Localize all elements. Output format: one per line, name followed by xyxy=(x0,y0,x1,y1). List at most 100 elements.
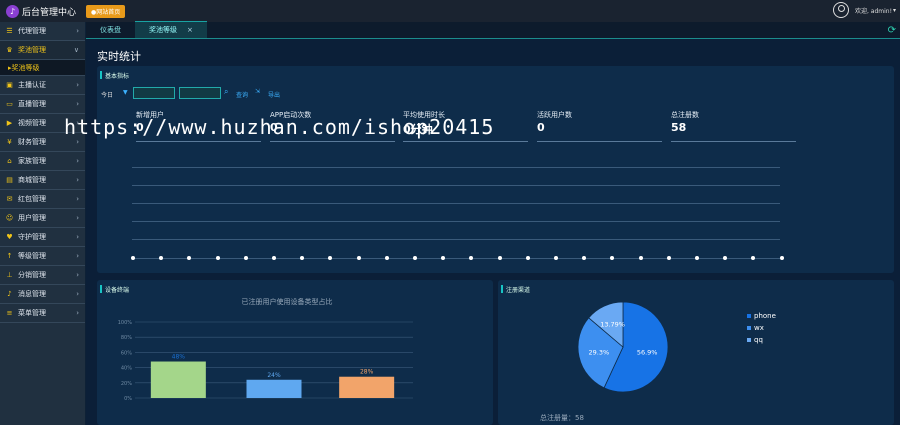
chevron-right-icon: › xyxy=(76,309,79,317)
watermark-text: https://www.huzhan.com/ishop20415 xyxy=(64,115,495,139)
caret-down-icon[interactable]: ▼ xyxy=(123,89,128,96)
refresh-icon[interactable]: ⟳ xyxy=(888,25,896,36)
user-greeting: 欢迎, admin! xyxy=(854,7,892,15)
chevron-right-icon: › xyxy=(76,157,79,165)
video-icon: ▶ xyxy=(6,119,13,127)
trend-point xyxy=(356,256,361,260)
grid-line xyxy=(132,203,780,204)
export-icon[interactable]: ⇲ xyxy=(255,88,260,95)
sidebar-item-label: 红包管理 xyxy=(18,195,46,203)
sidebar-item-label: 财务管理 xyxy=(18,138,46,146)
monitor-icon: ▭ xyxy=(6,100,13,108)
caret-down-icon: ▾ xyxy=(892,6,896,14)
y-tick-label: 80% xyxy=(121,335,132,341)
y-tick-label: 60% xyxy=(121,350,132,356)
tab-pool-level[interactable]: 奖池等级 × xyxy=(135,21,207,38)
grid-line xyxy=(132,239,780,240)
chevron-down-icon: ∨ xyxy=(73,46,79,54)
trend-point xyxy=(554,256,558,260)
sidebar-item-label: 消息管理 xyxy=(18,290,46,298)
sidebar-item[interactable]: ♪ 消息管理 › xyxy=(0,285,85,304)
tab-label: 奖池等级 xyxy=(149,26,177,34)
close-icon[interactable]: × xyxy=(187,26,193,34)
trend-point xyxy=(666,256,671,260)
trend-point xyxy=(695,256,699,260)
stat-card: 活跃用户数 0 xyxy=(537,110,662,142)
trend-point xyxy=(525,256,530,260)
sidebar-item[interactable]: ≡ 菜单管理 › xyxy=(0,304,85,323)
end-date-input[interactable] xyxy=(179,87,221,99)
sidebar-item-label: 商城管理 xyxy=(18,176,46,184)
sidebar-item[interactable]: ▤ 商城管理 › xyxy=(0,171,85,190)
grid-line xyxy=(132,221,780,222)
tab-label: 仪表盘 xyxy=(100,25,121,34)
sidebar-subitem-pool-level[interactable]: ▸ 奖池等级 xyxy=(0,60,85,76)
bar xyxy=(150,361,206,398)
bar-value-label: 24% xyxy=(267,372,281,379)
app-logo[interactable]: ♪ 后台管理中心 xyxy=(6,4,77,18)
sidebar-item-label: 直播管理 xyxy=(18,100,46,108)
trend-point xyxy=(779,256,784,260)
tab-bar: 仪表盘 奖池等级 × ⟳ xyxy=(86,21,900,39)
sidebar-item-label: 分销管理 xyxy=(18,271,46,279)
sidebar-item[interactable]: ⊥ 分销管理 › xyxy=(0,266,85,285)
pie-slice-label: 56.9% xyxy=(637,348,658,356)
sidebar-item-label: 菜单管理 xyxy=(18,309,46,317)
arrow-up-icon: ↑ xyxy=(6,252,13,260)
legend-label[interactable]: qq xyxy=(754,336,763,344)
sidebar-item[interactable]: ↑ 等级管理 › xyxy=(0,247,85,266)
export-button[interactable]: 导出 xyxy=(268,90,280,99)
user-menu[interactable]: 欢迎, admin! ▾ xyxy=(832,2,896,18)
envelope-icon: ✉ xyxy=(6,195,13,203)
sidebar-item[interactable]: ☰ 代理管理 › xyxy=(0,22,85,41)
tab-dashboard[interactable]: 仪表盘 xyxy=(86,21,135,38)
legend-swatch xyxy=(747,338,751,342)
id-card-icon: ▣ xyxy=(6,81,13,89)
total-registrations: 总注册量：58 xyxy=(540,414,584,422)
device-bar-chart: 已注册用户使用设备类型占比 0% 20% 40% 60% 80% 100% 48% 24% 28% xyxy=(118,297,413,402)
registration-pie-chart: 56.9% 29.3% 13.79% phone wx qq xyxy=(577,301,776,393)
y-tick-label: 100% xyxy=(118,320,133,326)
y-tick-label: 0% xyxy=(124,396,132,402)
bar-value-label: 48% xyxy=(172,354,186,361)
bar xyxy=(246,379,302,398)
trend-point xyxy=(384,256,389,260)
sidebar-item[interactable]: ⌂ 家族管理 › xyxy=(0,152,85,171)
query-button[interactable]: 查询 xyxy=(236,90,248,99)
panel-title: 基本指标 xyxy=(100,71,129,80)
app-title: 后台管理中心 xyxy=(22,7,77,18)
avatar-icon xyxy=(832,2,849,18)
trophy-icon: ♛ xyxy=(6,46,13,54)
chart-title: 已注册用户使用设备类型占比 xyxy=(242,297,333,306)
sidebar-subitem-label: 奖池等级 xyxy=(11,63,40,72)
chevron-right-icon: › xyxy=(76,271,79,279)
y-tick-label: 40% xyxy=(121,366,132,372)
legend-label[interactable]: wx xyxy=(754,324,764,332)
heart-icon: ♥ xyxy=(6,233,13,241)
chevron-right-icon: › xyxy=(76,233,79,241)
search-icon[interactable]: ⌕ xyxy=(224,87,228,97)
sidebar-item[interactable]: ▭ 直播管理 › xyxy=(0,95,85,114)
start-date-input[interactable] xyxy=(133,87,175,99)
grid-line xyxy=(132,185,780,186)
logo-icon: ♪ xyxy=(6,4,19,18)
date-range-select[interactable]: 今日 xyxy=(101,90,113,99)
user-icon: ☺ xyxy=(5,214,14,222)
sidebar-item-label: 守护管理 xyxy=(18,233,46,241)
list-icon: ☰ xyxy=(6,27,13,35)
legend-swatch xyxy=(747,314,751,318)
top-bar: ♪ 后台管理中心 ●网站首页 欢迎, admin! ▾ xyxy=(0,0,900,22)
sidebar-item[interactable]: ☺ 用户管理 › xyxy=(0,209,85,228)
sidebar-item[interactable]: ♛ 奖池管理 ∨ xyxy=(0,41,85,60)
stat-label: 活跃用户数 xyxy=(537,111,572,119)
sidebar-item[interactable]: ✉ 红包管理 › xyxy=(0,190,85,209)
legend-label[interactable]: phone xyxy=(754,312,776,320)
sidebar-item[interactable]: ♥ 守护管理 › xyxy=(0,228,85,247)
trend-point xyxy=(131,256,135,260)
chevron-right-icon: › xyxy=(76,81,79,89)
chevron-right-icon: › xyxy=(76,100,79,108)
sidebar-item[interactable]: ▣ 主播认证 › xyxy=(0,76,85,95)
site-home-button[interactable]: ●网站首页 xyxy=(86,4,126,18)
trend-point xyxy=(215,256,220,260)
trend-point xyxy=(638,256,643,260)
